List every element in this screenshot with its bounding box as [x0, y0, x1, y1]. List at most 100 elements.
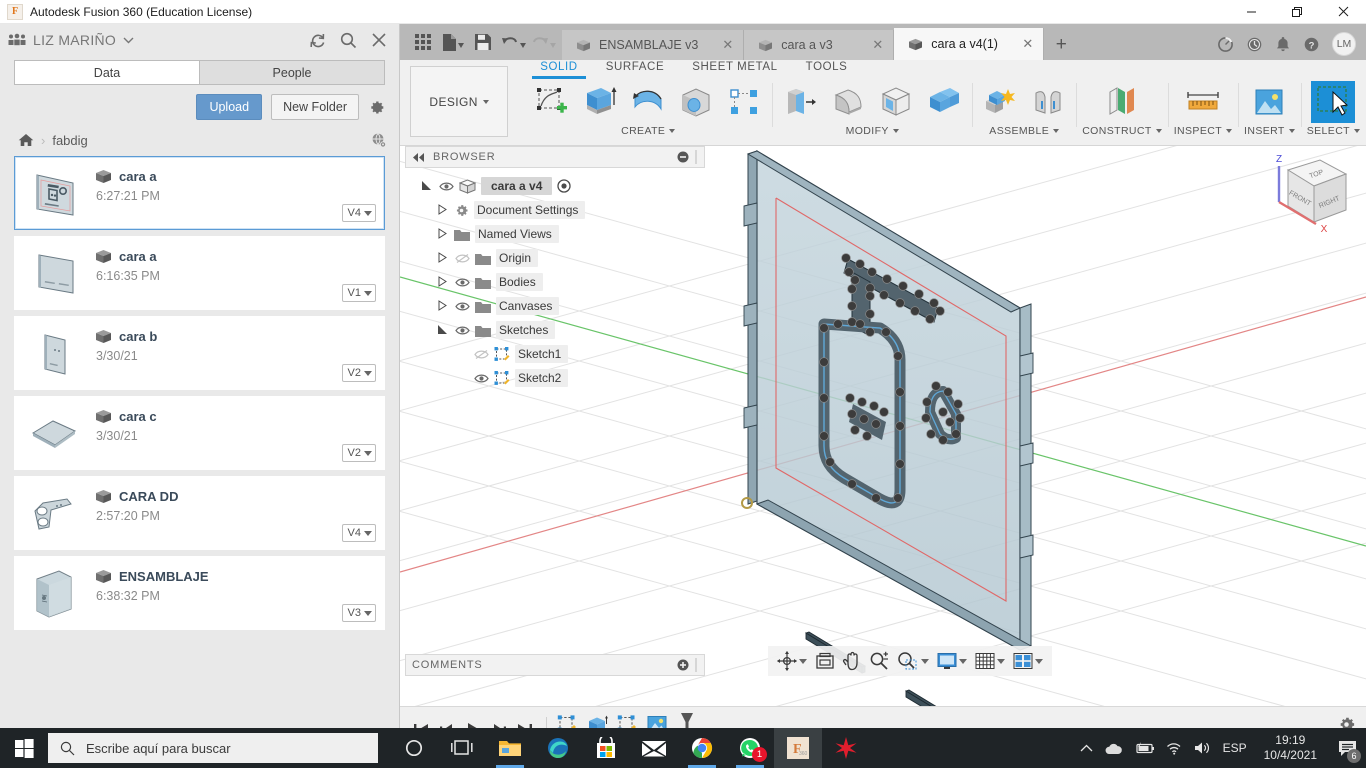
create-sketch-icon[interactable]	[530, 81, 574, 123]
home-icon[interactable]	[18, 133, 34, 147]
visibility-eye-off-icon[interactable]	[473, 349, 489, 360]
version-badge[interactable]: V4	[341, 204, 376, 222]
breadcrumb-folder[interactable]: fabdig	[52, 133, 87, 148]
extrude-icon[interactable]	[578, 81, 622, 123]
zoom-window-icon[interactable]	[894, 648, 932, 674]
collapsed-arrow-icon[interactable]	[437, 228, 449, 240]
tab-data[interactable]: Data	[14, 60, 199, 85]
tree-node-bodies[interactable]: Bodies	[415, 270, 710, 294]
measure-icon[interactable]	[1181, 81, 1225, 123]
tree-node-sketch1[interactable]: Sketch1	[415, 342, 710, 366]
clock[interactable]: 19:19 10/4/2021	[1258, 733, 1323, 763]
version-badge[interactable]: V3	[341, 604, 376, 622]
app-grid-icon[interactable]	[408, 27, 438, 57]
fillet-icon[interactable]	[826, 81, 870, 123]
add-comment-icon[interactable]	[677, 659, 689, 671]
close-tab-icon[interactable]: ✕	[1006, 36, 1033, 52]
activate-component-icon[interactable]	[557, 179, 572, 193]
redo-icon[interactable]	[528, 27, 558, 57]
version-badge[interactable]: V2	[341, 444, 376, 462]
version-badge[interactable]: V1	[341, 284, 376, 302]
insert-canvas-icon[interactable]	[1247, 81, 1291, 123]
collapsed-arrow-icon[interactable]	[437, 204, 449, 216]
refresh-icon[interactable]	[309, 32, 326, 49]
minimize-icon[interactable]	[1228, 0, 1274, 24]
tree-node-origin[interactable]: Origin	[415, 246, 710, 270]
tree-node-sketch2[interactable]: Sketch2	[415, 366, 710, 390]
viewports-icon[interactable]	[1010, 648, 1046, 674]
panel-resize-handle[interactable]	[694, 150, 698, 164]
tab-people[interactable]: People	[199, 60, 385, 85]
version-badge[interactable]: V4	[341, 524, 376, 542]
save-icon[interactable]	[468, 27, 498, 57]
ribbon-group-label[interactable]: MODIFY	[846, 125, 899, 137]
search-input[interactable]: Escribe aquí para buscar	[48, 733, 378, 763]
new-folder-button[interactable]: New Folder	[271, 94, 359, 120]
wifi-icon[interactable]	[1166, 742, 1183, 755]
visibility-eye-icon[interactable]	[454, 301, 470, 312]
joint-icon[interactable]	[1026, 81, 1070, 123]
visibility-eye-off-icon[interactable]	[454, 253, 470, 264]
ribbon-group-label[interactable]: INSPECT	[1174, 125, 1233, 137]
help-icon[interactable]: ?	[1303, 36, 1320, 53]
collapsed-arrow-icon[interactable]	[437, 276, 449, 288]
restore-icon[interactable]	[1274, 0, 1320, 24]
tree-node-document-settings[interactable]: Document Settings	[415, 198, 710, 222]
revolve-icon[interactable]	[626, 81, 670, 123]
close-tab-icon[interactable]: ✕	[856, 37, 883, 53]
list-item[interactable]: cara c 3/30/21 V2	[14, 396, 385, 470]
comments-panel[interactable]: COMMENTS	[405, 654, 705, 676]
microsoft-store-icon[interactable]	[582, 728, 630, 768]
mail-icon[interactable]	[630, 728, 678, 768]
ribbon-group-label[interactable]: CREATE	[621, 125, 676, 137]
file-explorer-icon[interactable]	[486, 728, 534, 768]
minimize-panel-icon[interactable]	[677, 151, 689, 163]
upload-button[interactable]: Upload	[196, 94, 263, 120]
fusion360-icon[interactable]: F 360	[774, 728, 822, 768]
version-badge[interactable]: V2	[341, 364, 376, 382]
ribbon-group-label[interactable]: SELECT	[1307, 125, 1360, 137]
list-item[interactable]: cara a 6:27:21 PM V4	[14, 156, 385, 230]
cortana-icon[interactable]	[390, 728, 438, 768]
pattern-icon[interactable]	[722, 81, 766, 123]
tab-tools[interactable]: TOOLS	[792, 60, 862, 76]
recent-icon[interactable]	[1246, 36, 1263, 53]
job-status-icon[interactable]	[1217, 36, 1234, 53]
orbit-icon[interactable]	[774, 648, 810, 674]
viewport-3d[interactable]: TOP FRONT RIGHT Z X BROWSER cara a v4 Do…	[400, 146, 1366, 706]
battery-charging-icon[interactable]	[1134, 741, 1155, 755]
panel-resize-handle[interactable]	[694, 658, 698, 672]
visibility-eye-icon[interactable]	[438, 181, 454, 192]
list-item[interactable]: cara b 3/30/21 V2	[14, 316, 385, 390]
windows-start-icon[interactable]	[0, 728, 48, 768]
ribbon-group-label[interactable]: INSERT	[1244, 125, 1295, 137]
ribbon-group-label[interactable]: CONSTRUCT	[1082, 125, 1162, 137]
globe-share-icon[interactable]	[371, 132, 387, 148]
document-tab-ensamblaje[interactable]: ENSAMBLAJE v3 ✕	[562, 30, 745, 60]
close-icon[interactable]	[1320, 0, 1366, 24]
close-tab-icon[interactable]: ✕	[706, 37, 733, 53]
pan-icon[interactable]	[840, 648, 864, 674]
undo-icon[interactable]	[498, 27, 528, 57]
keyboard-language[interactable]: ESP	[1223, 741, 1247, 755]
tab-sheet-metal[interactable]: SHEET METAL	[678, 60, 791, 76]
list-item[interactable]: cara a 6:16:35 PM V1	[14, 236, 385, 310]
close-panel-icon[interactable]	[371, 32, 387, 48]
new-document-icon[interactable]	[438, 27, 468, 57]
shell-icon[interactable]	[874, 81, 918, 123]
volume-icon[interactable]	[1194, 741, 1212, 755]
list-item[interactable]: CARA DD 2:57:20 PM V4	[14, 476, 385, 550]
ribbon-group-label[interactable]: ASSEMBLE	[989, 125, 1060, 137]
edge-icon[interactable]	[534, 728, 582, 768]
tree-node-sketches[interactable]: Sketches	[415, 318, 710, 342]
whatsapp-icon[interactable]: 1	[726, 728, 774, 768]
avatar[interactable]: LM	[1332, 32, 1356, 56]
collapsed-arrow-icon[interactable]	[437, 252, 449, 264]
zoom-icon[interactable]	[866, 648, 892, 674]
onedrive-icon[interactable]	[1104, 742, 1123, 755]
chrome-icon[interactable]	[678, 728, 726, 768]
select-icon[interactable]	[1311, 81, 1356, 123]
grid-snaps-icon[interactable]	[972, 648, 1008, 674]
collapsed-arrow-icon[interactable]	[437, 300, 449, 312]
tree-node-cara-a-v4[interactable]: cara a v4	[415, 174, 710, 198]
